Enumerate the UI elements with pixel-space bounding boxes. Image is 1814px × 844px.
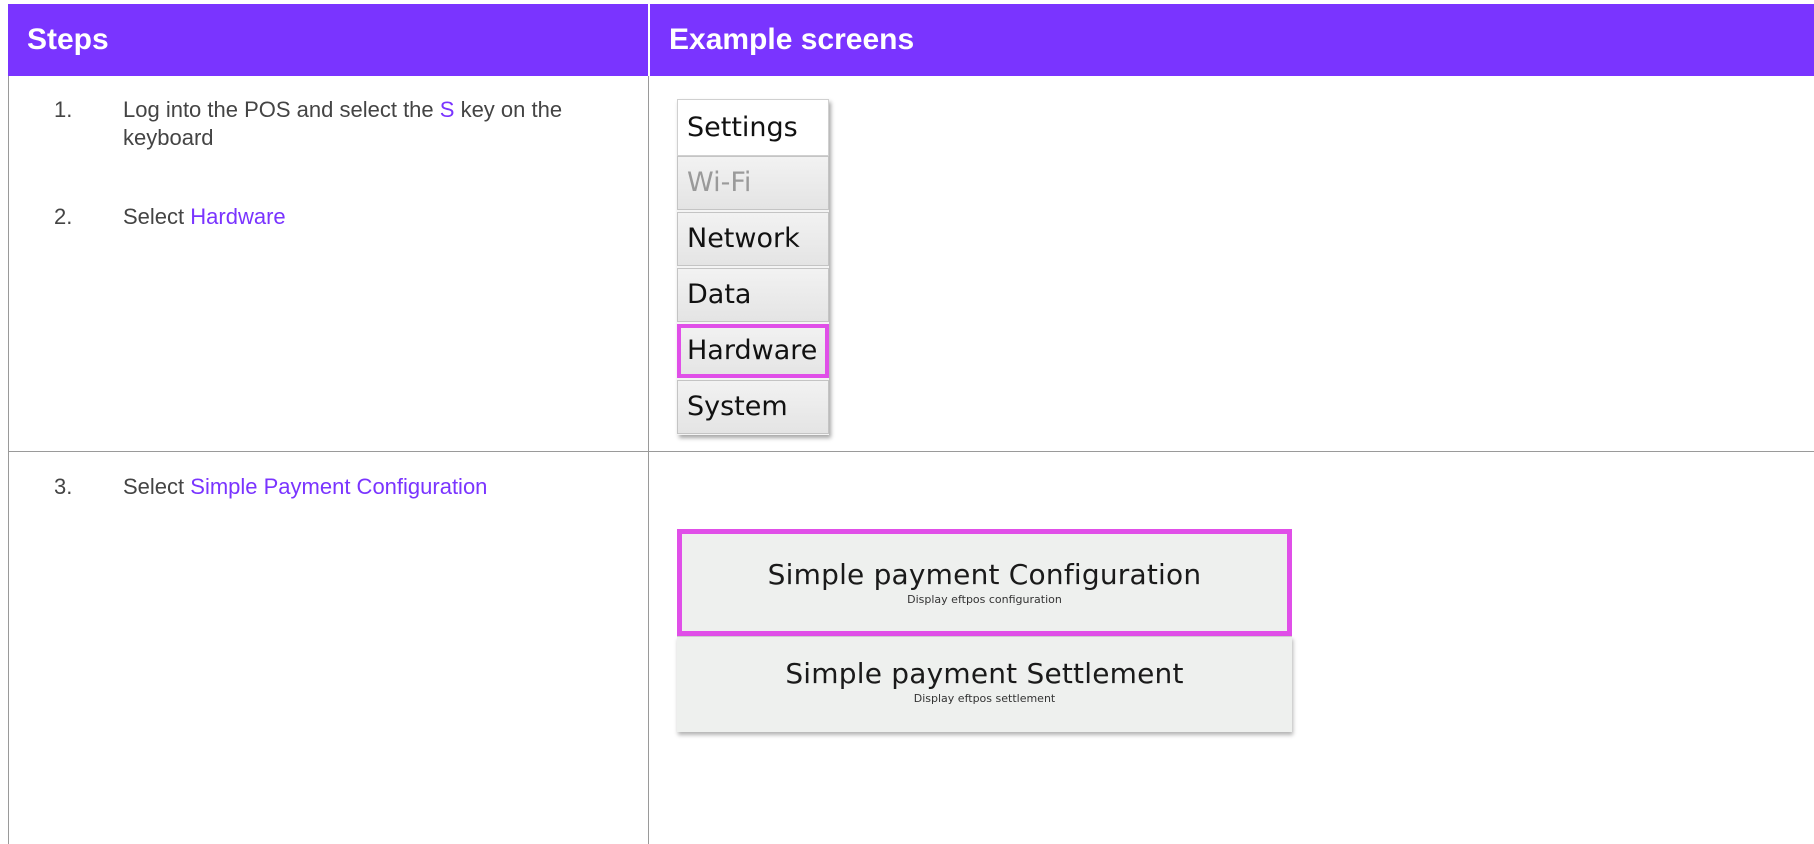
button-subtitle: Display eftpos settlement [913, 692, 1056, 705]
settings-item-network[interactable]: Network [677, 212, 829, 266]
steps-header: Steps [8, 4, 648, 76]
button-subtitle: Display eftpos configuration [907, 593, 1062, 606]
step-number: 3. [54, 474, 73, 499]
simple-payment-highlight: Simple Payment Configuration [190, 474, 488, 499]
settings-item-hardware[interactable]: Hardware [677, 324, 829, 378]
simple-payment-configuration-button[interactable]: Simple payment Configuration Display eft… [677, 529, 1292, 636]
row-divider [8, 451, 1814, 452]
button-title: Simple payment Configuration [767, 558, 1202, 591]
table-left-border [8, 76, 9, 844]
column-divider [648, 76, 649, 844]
example-screens-header: Example screens [650, 4, 1814, 76]
step-number: 1. [54, 97, 73, 122]
settings-menu-title: Settings [677, 99, 829, 156]
settings-menu-screenshot: Settings Wi-Fi Network Data Hardware Sys… [677, 99, 829, 435]
settings-item-system[interactable]: System [677, 380, 829, 434]
step-text: Log into the POS and select the S key on… [123, 97, 563, 150]
step-number: 2. [54, 204, 73, 229]
settings-item-wifi[interactable]: Wi-Fi [677, 156, 829, 210]
simple-payment-settlement-button[interactable]: Simple payment Settlement Display eftpos… [677, 636, 1292, 732]
settings-item-data[interactable]: Data [677, 268, 829, 322]
key-highlight: S [439, 97, 455, 122]
step-text: Select Hardware [123, 204, 286, 229]
step-text: Select Simple Payment Configuration [123, 474, 488, 499]
hardware-highlight: Hardware [190, 204, 286, 229]
button-title: Simple payment Settlement [785, 657, 1184, 690]
